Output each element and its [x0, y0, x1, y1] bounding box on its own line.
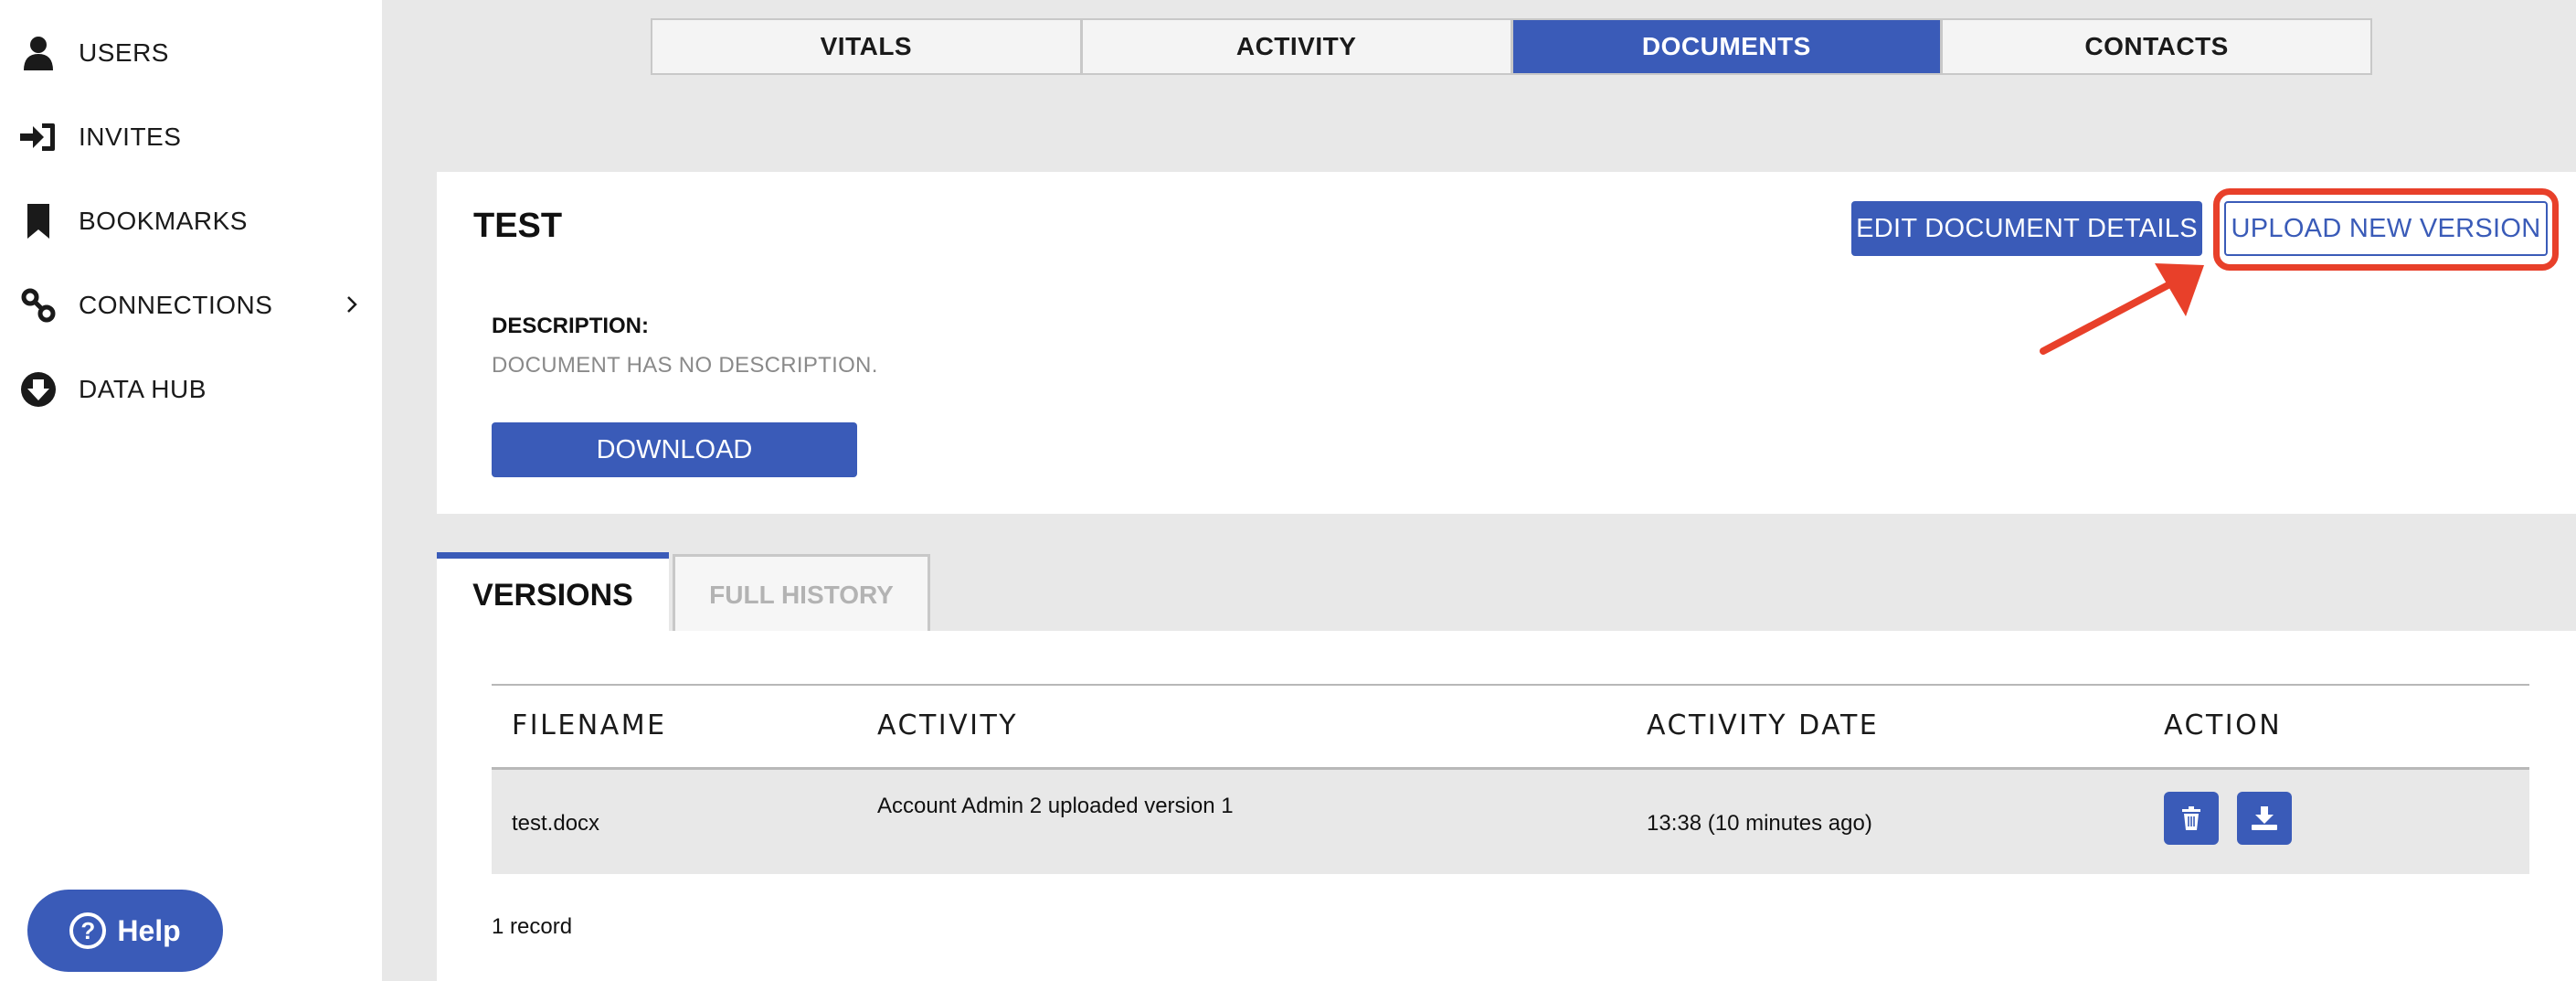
tab-versions[interactable]: VERSIONS — [437, 552, 669, 633]
arrow-annotation-icon — [2040, 263, 2204, 355]
column-header-activity-date: ACTIVITY DATE — [1647, 709, 1880, 741]
sidebar-item-label: BOOKMARKS — [79, 207, 248, 235]
cell-activity-date: 13:38 (10 minutes ago) — [1647, 811, 1872, 836]
help-button[interactable]: ? Help — [27, 890, 223, 972]
sidebar-item-label: USERS — [79, 38, 169, 67]
help-label: Help — [117, 913, 181, 947]
download-version-button[interactable] — [2237, 792, 2292, 845]
document-card: TEST EDIT DOCUMENT DETAILS UPLOAD NEW VE… — [437, 172, 2576, 514]
sidebar-item-invites[interactable]: INVITES — [0, 105, 382, 169]
sidebar-item-connections[interactable]: CONNECTIONS — [0, 273, 382, 337]
tab-activity[interactable]: ACTIVITY — [1083, 20, 1513, 73]
record-count: 1 record — [492, 914, 573, 939]
download-button[interactable]: DOWNLOAD — [492, 422, 857, 477]
trash-icon — [2182, 806, 2200, 830]
sidebar-item-label: INVITES — [79, 123, 182, 151]
description-label: DESCRIPTION: — [492, 314, 650, 338]
tab-documents[interactable]: DOCUMENTS — [1512, 20, 1944, 73]
column-header-activity: ACTIVITY — [877, 709, 1019, 741]
bookmark-icon — [20, 203, 57, 240]
highlight-annotation — [2213, 188, 2559, 271]
tab-full-history[interactable]: FULL HISTORY — [673, 554, 930, 633]
sidebar-item-label: CONNECTIONS — [79, 291, 273, 319]
versions-table: FILENAME ACTIVITY ACTIVITY DATE ACTION t… — [492, 684, 2529, 874]
sidebar-item-data-hub[interactable]: DATA HUB — [0, 357, 382, 421]
document-title: TEST — [473, 207, 563, 245]
table-row: test.docx Account Admin 2 uploaded versi… — [492, 770, 2529, 874]
tab-vitals[interactable]: VITALS — [652, 20, 1083, 73]
top-tab-bar: VITALS ACTIVITY DOCUMENTS CONTACTS — [651, 18, 2372, 75]
column-header-filename: FILENAME — [512, 709, 667, 741]
table-header: FILENAME ACTIVITY ACTIVITY DATE ACTION — [492, 684, 2529, 770]
sign-in-icon — [20, 119, 57, 155]
link-icon — [20, 287, 57, 324]
sidebar-item-users[interactable]: USERS — [0, 21, 382, 85]
cell-activity: Account Admin 2 uploaded version 1 — [877, 794, 1234, 818]
chevron-right-icon[interactable] — [345, 294, 362, 316]
sidebar-item-label: DATA HUB — [79, 375, 207, 403]
sidebar: USERS INVITES BOOKMARKS CONNECTIONS DATA… — [0, 0, 382, 981]
tab-contacts[interactable]: CONTACTS — [1943, 20, 2370, 73]
cell-filename: test.docx — [512, 811, 600, 836]
arrow-down-circle-icon — [20, 371, 57, 408]
description-text: DOCUMENT HAS NO DESCRIPTION. — [492, 353, 878, 378]
sidebar-item-bookmarks[interactable]: BOOKMARKS — [0, 189, 382, 253]
column-header-action: ACTION — [2164, 709, 2283, 741]
delete-button[interactable] — [2164, 792, 2219, 845]
help-icon: ? — [69, 912, 107, 949]
download-icon — [2252, 806, 2277, 830]
user-icon — [20, 35, 57, 71]
versions-panel: FILENAME ACTIVITY ACTIVITY DATE ACTION t… — [437, 631, 2576, 981]
